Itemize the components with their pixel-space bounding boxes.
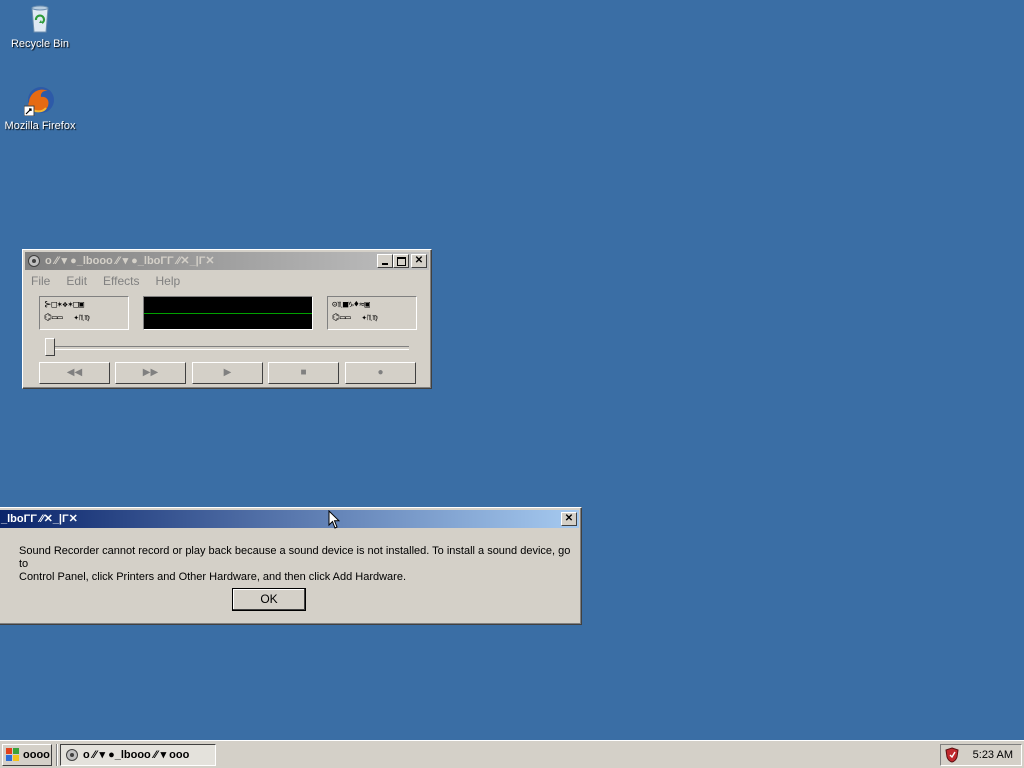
- menu-help[interactable]: Help: [156, 274, 181, 288]
- windows-logo-icon: [6, 748, 19, 761]
- dialog-close-button[interactable]: ✕: [561, 512, 577, 526]
- system-tray: 5:23 AM: [940, 744, 1022, 766]
- slider-thumb[interactable]: [45, 338, 55, 356]
- waveform-line: [144, 313, 312, 314]
- sound-recorder-window: o ⁄⁄ ▾ ●_lbooo ⁄⁄ ▾ ●_lboΓΓ ⁄⁄✕_|Γ✕ ✕ Fi…: [22, 249, 432, 389]
- length-readout: ⊝♏■♑♦≈▣ ⌬▭▭ ✦♏♍: [327, 296, 417, 330]
- sound-recorder-app-icon: [28, 255, 40, 267]
- fast-forward-icon: ▶▶: [142, 367, 159, 378]
- ok-button[interactable]: OK: [232, 588, 306, 611]
- error-message-line-1: Sound Recorder cannot record or play bac…: [19, 545, 571, 570]
- position-slider[interactable]: [45, 338, 409, 358]
- maximize-icon: [396, 257, 406, 266]
- stop-icon: ■: [300, 367, 307, 378]
- minimize-button[interactable]: [377, 254, 393, 268]
- fast-forward-button[interactable]: ▶▶: [115, 362, 186, 384]
- slider-track: [45, 346, 409, 350]
- sound-recorder-title: o ⁄⁄ ▾ ●_lbooo ⁄⁄ ▾ ●_lboΓΓ ⁄⁄✕_|Γ✕: [45, 255, 215, 267]
- record-icon: ●: [377, 367, 384, 378]
- maximize-button[interactable]: [393, 254, 409, 268]
- menu-effects[interactable]: Effects: [103, 274, 139, 288]
- play-icon: ▶: [223, 367, 232, 378]
- play-button[interactable]: ▶: [192, 362, 263, 384]
- taskbar: oooo o ⁄⁄ ▾ ●_lbooo ⁄⁄ ▾ ooo 5:23 AM: [0, 740, 1024, 768]
- taskbar-item-label: o ⁄⁄ ▾ ●_lbooo ⁄⁄ ▾ ooo: [83, 749, 190, 761]
- close-button[interactable]: ✕: [411, 254, 427, 268]
- waveform-display: [143, 296, 313, 330]
- minimize-icon: [382, 263, 388, 265]
- start-label: oooo: [23, 749, 50, 761]
- error-message-line-2: Control Panel, click Printers and Other …: [19, 571, 407, 583]
- desktop-icon-label: Recycle Bin: [10, 38, 70, 50]
- rewind-button[interactable]: ◀◀: [39, 362, 110, 384]
- recycle-bin-icon: [31, 5, 49, 33]
- firefox-icon: [24, 87, 54, 116]
- close-icon: ✕: [564, 513, 574, 524]
- desktop-icon-recycle-bin[interactable]: Recycle Bin: [0, 2, 80, 50]
- menu-bar: File Edit Effects Help: [27, 272, 192, 290]
- taskbar-item-sound-recorder[interactable]: o ⁄⁄ ▾ ●_lbooo ⁄⁄ ▾ ooo: [60, 744, 216, 766]
- error-message: Sound Recorder cannot record or play bac…: [19, 545, 579, 584]
- error-dialog: _lboΓΓ ⁄⁄✕_|Γ✕ ✕ Sound Recorder cannot r…: [0, 507, 582, 625]
- clock[interactable]: 5:23 AM: [973, 745, 1013, 765]
- error-dialog-titlebar[interactable]: _lboΓΓ ⁄⁄✕_|Γ✕ ✕: [0, 510, 579, 528]
- shield-icon[interactable]: [945, 747, 959, 763]
- menu-edit[interactable]: Edit: [66, 274, 87, 288]
- sound-recorder-titlebar[interactable]: o ⁄⁄ ▾ ●_lbooo ⁄⁄ ▾ ●_lboΓΓ ⁄⁄✕_|Γ✕ ✕: [25, 252, 429, 270]
- position-readout: ⊱□✶❖✶□▣ ⌬▭▭ ✦♏♍: [39, 296, 129, 330]
- mouse-cursor-icon: [328, 510, 340, 529]
- record-button[interactable]: ●: [345, 362, 416, 384]
- menu-file[interactable]: File: [31, 274, 50, 288]
- rewind-icon: ◀◀: [66, 367, 83, 378]
- desktop-icon-label: Mozilla Firefox: [4, 120, 76, 132]
- close-icon: ✕: [414, 255, 424, 266]
- start-button[interactable]: oooo: [2, 744, 52, 766]
- desktop-icon-firefox[interactable]: Mozilla Firefox: [0, 84, 80, 132]
- error-dialog-title: _lboΓΓ ⁄⁄✕_|Γ✕: [1, 513, 78, 525]
- sound-recorder-app-icon: [66, 749, 78, 761]
- taskbar-separator: [56, 744, 58, 766]
- stop-button[interactable]: ■: [268, 362, 339, 384]
